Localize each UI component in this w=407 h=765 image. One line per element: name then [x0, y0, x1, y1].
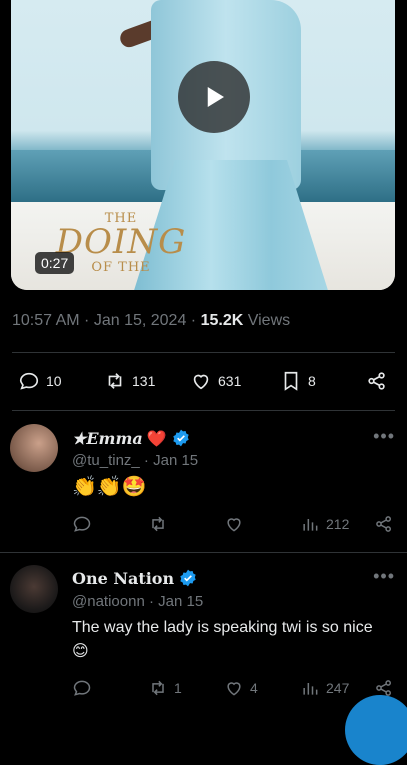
repost-icon — [108, 373, 122, 389]
reply-author-name[interactable]: One Nation — [72, 568, 198, 588]
repost-icon — [152, 680, 164, 696]
reply-button[interactable] — [72, 514, 92, 534]
repost-count: 1 — [174, 680, 182, 696]
reply-handle-line: @tu_tinz_ · Jan 15 — [72, 452, 199, 469]
more-options-icon[interactable]: ••• — [373, 426, 395, 447]
verified-badge-icon — [180, 569, 196, 587]
reply-handle-line: @natioonn · Jan 15 — [72, 593, 204, 610]
bookmark-icon — [284, 371, 298, 391]
reply-author-display-name: ★Emma — [72, 428, 143, 448]
divider — [12, 410, 395, 411]
analytics-icon — [303, 683, 318, 695]
views-count: 15.2K — [200, 312, 244, 329]
reply-author-display-name: One Nation — [72, 568, 175, 588]
like-button[interactable]: 4 — [224, 678, 258, 698]
reply-text: 👏👏🤩 — [72, 476, 147, 498]
tweet-date[interactable]: Jan 15, 2024 — [94, 312, 187, 329]
views-button[interactable]: 212 — [300, 514, 349, 534]
video-player[interactable]: THE DOING OF THE 0:27 — [11, 0, 395, 290]
name-heart-emoji: ❤️ — [146, 428, 167, 448]
divider — [0, 552, 407, 553]
heart-icon — [227, 518, 241, 532]
reply-date: Jan 15 — [153, 452, 199, 469]
reply-handle[interactable]: @tu_tinz_ — [72, 452, 140, 469]
reply-button[interactable]: 10 — [18, 370, 62, 392]
reply-button[interactable] — [72, 678, 92, 698]
heart-icon — [193, 374, 209, 390]
like-button[interactable]: 631 — [190, 370, 241, 392]
views-count: 247 — [326, 680, 350, 696]
tweet-time[interactable]: 10:57 AM — [12, 312, 80, 329]
repost-count: 131 — [132, 373, 156, 389]
repost-button[interactable] — [148, 514, 174, 534]
avatar[interactable] — [10, 565, 58, 613]
divider — [12, 352, 395, 353]
heart-icon — [227, 682, 241, 696]
views-button[interactable]: 247 — [300, 678, 349, 698]
reply-icon — [73, 516, 91, 532]
play-icon — [207, 87, 224, 107]
play-button[interactable] — [178, 61, 250, 133]
like-count: 4 — [250, 680, 258, 696]
reply-icon — [19, 372, 39, 390]
share-icon — [376, 516, 391, 532]
reply-icon — [73, 680, 91, 696]
bookmark-count: 8 — [308, 373, 316, 389]
share-icon — [368, 372, 385, 390]
reply-count: 10 — [46, 373, 62, 389]
repost-button[interactable]: 1 — [148, 678, 182, 698]
verified-badge-icon — [173, 429, 189, 447]
share-button[interactable] — [374, 514, 394, 534]
like-count: 631 — [218, 373, 242, 389]
reply-handle[interactable]: @natioonn — [72, 593, 145, 610]
views-count: 212 — [326, 516, 350, 532]
like-button[interactable] — [224, 514, 250, 534]
more-options-icon[interactable]: ••• — [373, 566, 395, 587]
reply-author-name[interactable]: ★Emma ❤️ — [72, 428, 191, 448]
video-duration: 0:27 — [35, 252, 75, 274]
reply-text: The way the lady is speaking twi is so n… — [72, 619, 373, 660]
views-label: Views — [247, 312, 291, 329]
reply-date: Jan 15 — [158, 593, 204, 610]
repost-icon — [152, 516, 164, 532]
compose-button[interactable] — [345, 695, 407, 765]
avatar[interactable] — [10, 424, 58, 472]
analytics-icon — [303, 519, 318, 531]
repost-button[interactable]: 131 — [104, 370, 155, 392]
share-button[interactable] — [366, 370, 388, 392]
tweet-meta: 10:57 AM · Jan 15, 2024 · 15.2K Views — [12, 312, 291, 329]
bookmark-button[interactable]: 8 — [280, 370, 316, 392]
